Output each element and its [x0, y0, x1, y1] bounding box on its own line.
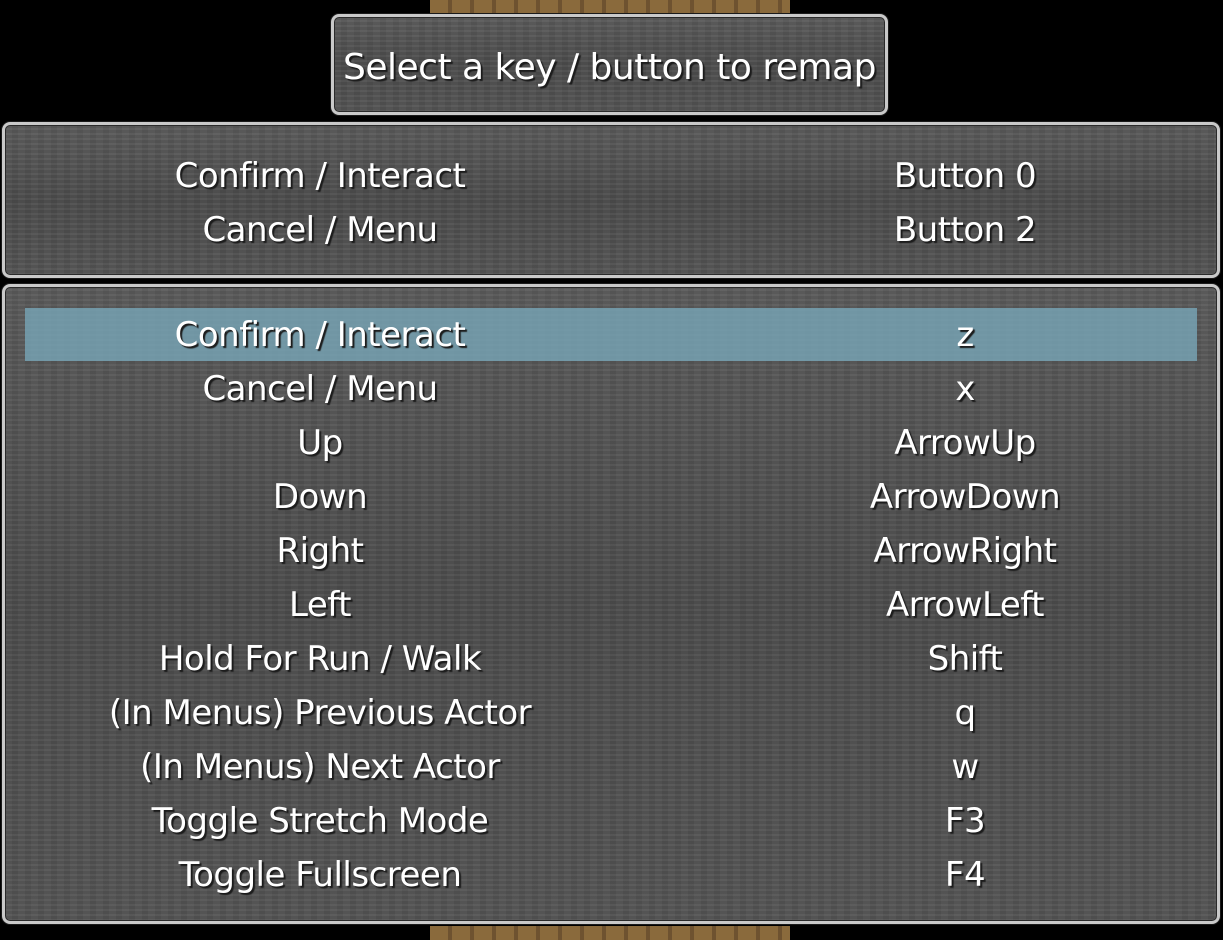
- binding-value: ArrowDown: [869, 477, 1061, 517]
- action-label: Confirm / Interact: [174, 315, 466, 355]
- keyboard-binding-row[interactable]: (In Menus) Previous Actor q: [5, 686, 1217, 740]
- binding-value: F3: [944, 801, 986, 841]
- action-label: Left: [289, 585, 351, 625]
- action-label: Toggle Stretch Mode: [151, 801, 489, 841]
- binding-value: F4: [944, 855, 986, 895]
- help-window: Select a key / button to remap: [331, 14, 888, 115]
- background-scene-bottom: [430, 926, 790, 940]
- binding-value: q: [954, 693, 976, 733]
- binding-value: ArrowLeft: [886, 585, 1044, 625]
- action-label: Toggle Fullscreen: [178, 855, 462, 895]
- keyboard-binding-row[interactable]: Right ArrowRight: [5, 524, 1217, 578]
- gamepad-binding-row[interactable]: Cancel / Menu Button 2: [5, 203, 1217, 257]
- action-label: Down: [272, 477, 368, 517]
- binding-value: Button 2: [893, 210, 1037, 250]
- keyboard-binding-row[interactable]: (In Menus) Next Actor w: [5, 740, 1217, 794]
- action-label: (In Menus) Previous Actor: [108, 693, 532, 733]
- help-text: Select a key / button to remap: [343, 47, 876, 88]
- keyboard-binding-row-selected[interactable]: Confirm / Interact z: [5, 308, 1217, 362]
- game-screen: Select a key / button to remap Confirm /…: [0, 0, 1223, 940]
- action-label: Cancel / Menu: [202, 369, 438, 409]
- binding-value: w: [951, 747, 979, 787]
- action-label: Hold For Run / Walk: [158, 639, 482, 679]
- background-scene-top: [430, 0, 790, 14]
- keyboard-binding-row[interactable]: Down ArrowDown: [5, 470, 1217, 524]
- keyboard-binding-row[interactable]: Hold For Run / Walk Shift: [5, 632, 1217, 686]
- action-label: Up: [297, 423, 343, 463]
- keyboard-binding-row[interactable]: Left ArrowLeft: [5, 578, 1217, 632]
- gamepad-bindings-window: Confirm / Interact Button 0 Cancel / Men…: [2, 122, 1220, 278]
- action-label: Confirm / Interact: [174, 156, 466, 196]
- binding-value: Button 0: [893, 156, 1037, 196]
- gamepad-binding-row[interactable]: Confirm / Interact Button 0: [5, 149, 1217, 203]
- binding-value: Shift: [927, 639, 1003, 679]
- binding-value: x: [955, 369, 975, 409]
- keyboard-bindings-list: Confirm / Interact z Cancel / Menu x Up …: [2, 284, 1220, 924]
- binding-value: ArrowUp: [894, 423, 1036, 463]
- action-label: (In Menus) Next Actor: [140, 747, 500, 787]
- action-label: Cancel / Menu: [202, 210, 438, 250]
- binding-value: ArrowRight: [873, 531, 1057, 571]
- keyboard-binding-row[interactable]: Cancel / Menu x: [5, 362, 1217, 416]
- keyboard-binding-row[interactable]: Toggle Fullscreen F4: [5, 848, 1217, 902]
- keyboard-binding-row[interactable]: Toggle Stretch Mode F3: [5, 794, 1217, 848]
- action-label: Right: [276, 531, 364, 571]
- keyboard-binding-row[interactable]: Up ArrowUp: [5, 416, 1217, 470]
- binding-value: z: [956, 315, 974, 355]
